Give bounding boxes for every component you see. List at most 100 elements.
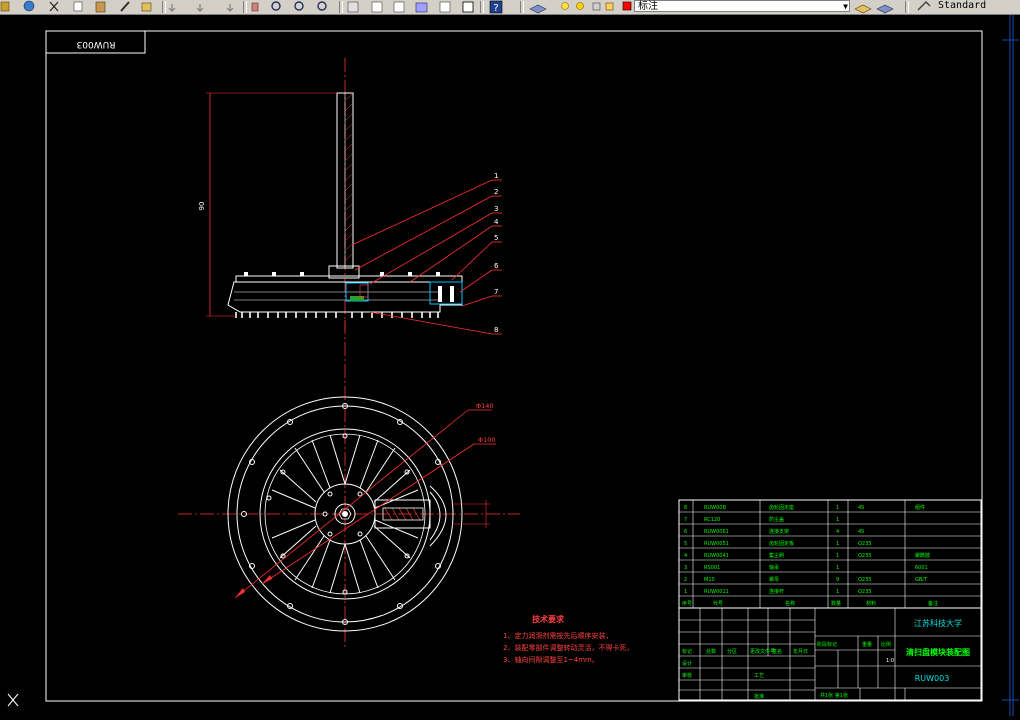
toolbar-separator	[339, 1, 343, 13]
bom-row-3-code: RUW0061	[704, 529, 729, 535]
pan-icon[interactable]	[251, 2, 259, 12]
tech-note-1: 1、定力润滑剂需按先后顺序安装，	[503, 631, 612, 640]
label-weight: 重量	[862, 641, 872, 648]
toolbar-separator	[480, 1, 484, 13]
layer-name: 标注	[638, 1, 658, 12]
undo-icon[interactable]	[168, 4, 176, 12]
toolbar-separator	[162, 1, 166, 13]
label-stage: 阶段标记	[817, 641, 837, 648]
bom-row-7-qty: 9	[836, 577, 839, 583]
label-scale: 比例	[881, 641, 891, 648]
layer-previous-icon[interactable]	[876, 4, 894, 14]
bom-row-8-qty: 1	[836, 589, 839, 595]
drawing-number: RUW003	[915, 674, 950, 683]
top-view: Φ140 Φ100	[178, 320, 520, 650]
match-prop-icon[interactable]	[120, 1, 130, 12]
open-icon[interactable]	[0, 1, 10, 12]
bom-header-name: 名称	[785, 600, 795, 607]
undo2-icon[interactable]	[226, 4, 234, 12]
bom-row-4-mat: Q235	[858, 541, 871, 547]
calculator-icon[interactable]	[462, 1, 474, 13]
height-dim-text: 90	[198, 202, 206, 211]
bom-header-qty: 数量	[831, 600, 841, 607]
cad-toolbar: ? 标注 ▼ Standard	[0, 0, 1020, 15]
bom-row-5-code: RUW0041	[704, 553, 729, 559]
bom-row-5-no: 4	[684, 553, 687, 559]
balloon-7: 7	[494, 288, 498, 296]
layer-color-icon	[622, 1, 632, 11]
bill-of-materials: 8 RUW00B 齿轮固定座 1 45 组件 7 RC120 防尘盖 1 6 R…	[678, 499, 982, 609]
label-approve: 批准	[754, 693, 764, 700]
balloon-8: 8	[494, 326, 498, 334]
drawing-border	[45, 30, 983, 702]
properties-icon[interactable]	[347, 1, 359, 13]
zoom-realtime-icon[interactable]	[271, 1, 281, 11]
text-style-dropdown[interactable]: Standard	[935, 0, 1001, 12]
rev-label-sign: 签名	[772, 648, 782, 655]
toolbar-separator	[520, 1, 524, 13]
bom-row-7-name: 螺母	[769, 576, 779, 583]
bom-row-2-no: 7	[684, 517, 687, 523]
zoom-previous-icon[interactable]	[317, 1, 327, 11]
zoom-window-icon[interactable]	[294, 1, 304, 11]
drawing-canvas[interactable]: RUW003 90 1 2 3 4 5 6 7 8 Φ140 Φ100 技术要求…	[0, 15, 1020, 716]
bom-row-5-name: 集尘刷	[769, 552, 784, 559]
layer-manager-icon[interactable]	[529, 4, 547, 14]
toolbar-separator	[905, 1, 909, 13]
toolbar-separator	[243, 1, 247, 13]
university-name: 江苏科技大学	[914, 618, 962, 628]
label-design: 设计	[682, 660, 692, 667]
vertical-scrollbar[interactable]	[1001, 15, 1020, 716]
bom-row-6-qty: 1	[836, 565, 839, 571]
bom-row-4-code: RUW0051	[704, 541, 729, 547]
plot-icon[interactable]	[605, 2, 614, 11]
design-center-icon[interactable]	[371, 1, 383, 13]
tool-palette-icon[interactable]	[393, 1, 405, 13]
tech-note-2: 2、装配零部件调整转动灵活，不得卡死，	[503, 643, 633, 652]
balloon-4: 4	[494, 218, 499, 226]
copy-icon[interactable]	[73, 1, 83, 12]
bom-row-5-note: 聚酰胺	[915, 552, 930, 559]
scale-value: 1:0	[886, 658, 894, 664]
bom-row-7-no: 2	[684, 577, 687, 583]
bom-row-6-name: 轴承	[769, 564, 779, 571]
front-view: 90 1 2 3 4 5 6 7 8	[198, 58, 502, 335]
bom-row-4-no: 5	[684, 541, 687, 547]
redo-icon[interactable]	[196, 4, 204, 12]
bom-header-no: 序号	[682, 600, 692, 607]
bom-row-1-name: 齿轮固定座	[769, 504, 794, 511]
markup-icon[interactable]	[439, 1, 451, 13]
bom-row-3-no: 6	[684, 529, 687, 535]
paste-icon[interactable]	[95, 1, 106, 13]
svg-text:?: ?	[493, 3, 498, 14]
drawing-title: 清扫盘模块装配图	[906, 647, 970, 657]
balloon-5: 5	[494, 234, 498, 242]
bom-header-mat: 材料	[866, 600, 876, 607]
rev-label-mark: 标记	[682, 648, 692, 655]
bom-row-4-qty: 1	[836, 541, 839, 547]
layer-dropdown[interactable]: 标注 ▼	[634, 0, 850, 12]
cut-icon[interactable]	[49, 1, 59, 12]
bom-row-3-name: 连接支架	[769, 528, 789, 535]
tech-note-3: 3、轴向间隙调整至1~4mm。	[503, 655, 599, 664]
make-current-icon[interactable]	[854, 4, 872, 14]
freeze-icon[interactable]	[576, 2, 584, 10]
globe-icon[interactable]	[23, 0, 35, 12]
label-review: 审核	[682, 672, 692, 679]
lock-icon[interactable]	[592, 2, 601, 11]
scrollbar-track	[1002, 15, 1019, 716]
toolbar-icons: ?	[0, 0, 931, 14]
bom-row-2-qty: 1	[836, 517, 839, 523]
tech-title: 技术要求	[532, 614, 565, 624]
top-plate	[235, 275, 463, 283]
bom-row-7-note: GB/T	[915, 577, 928, 583]
paint-icon[interactable]	[141, 2, 152, 12]
bom-row-1-note: 组件	[915, 504, 925, 511]
bom-row-7-code: M10	[704, 577, 715, 583]
bom-row-8-code: RUW0011	[704, 589, 729, 595]
bom-row-6-no: 3	[684, 565, 687, 571]
text-style-icon[interactable]	[917, 1, 931, 11]
lightbulb-icon[interactable]	[561, 2, 569, 10]
sheet-set-icon[interactable]	[415, 2, 428, 13]
bom-row-5-qty: 1	[836, 553, 839, 559]
